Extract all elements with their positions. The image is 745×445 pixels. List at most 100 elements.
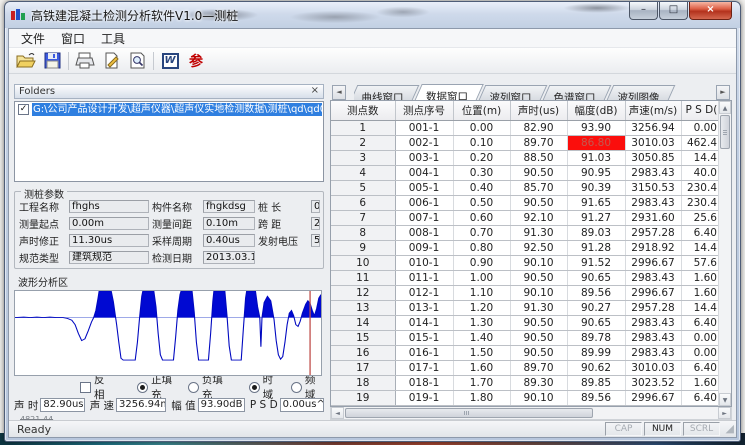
export-word-button[interactable]: W: [157, 50, 183, 72]
data-cell[interactable]: 90.39: [567, 180, 625, 195]
table-row[interactable]: 2002-10.1089.7086.803010.03462.4: [331, 135, 718, 150]
open-file-button[interactable]: [13, 50, 39, 72]
data-cell[interactable]: 2983.43: [625, 315, 681, 330]
data-cell[interactable]: 89.78: [567, 330, 625, 345]
save-button[interactable]: [39, 50, 65, 72]
folder-path[interactable]: G:\公司产品设计开发\超声仪器\超声仪实地检测数据\测桩\qd\qd03\qd…: [32, 103, 322, 116]
table-row[interactable]: 11011-11.0090.5090.652983.431.60: [331, 270, 718, 285]
tab-波列窗口[interactable]: 波列窗口: [479, 85, 548, 100]
horizontal-scroll-thumb[interactable]: [345, 408, 593, 418]
print-preview-button[interactable]: [124, 50, 150, 72]
time-domain-radio[interactable]: [249, 382, 260, 393]
scroll-left-icon[interactable]: ◄: [331, 407, 344, 419]
data-cell[interactable]: 1.00: [453, 270, 510, 285]
data-cell[interactable]: 90.50: [510, 330, 567, 345]
data-cell[interactable]: 89.30: [510, 375, 567, 390]
data-cell[interactable]: 3023.52: [625, 375, 681, 390]
data-cell[interactable]: 0.70: [453, 225, 510, 240]
column-header[interactable]: 位置(m): [453, 101, 510, 120]
data-cell[interactable]: 2983.43: [625, 330, 681, 345]
table-row[interactable]: 1001-10.0082.9093.903256.940.00: [331, 120, 718, 135]
readout-value-field[interactable]: 3256.94m/s: [116, 398, 166, 412]
data-cell[interactable]: 1.60: [681, 285, 718, 300]
data-cell[interactable]: 90.50: [510, 165, 567, 180]
data-cell[interactable]: 57.6: [681, 255, 718, 270]
data-cell[interactable]: 89.56: [567, 285, 625, 300]
data-cell[interactable]: 013-1: [395, 300, 453, 315]
data-cell[interactable]: 90.50: [510, 270, 567, 285]
data-cell[interactable]: 017-1: [395, 360, 453, 375]
data-cell[interactable]: 2996.67: [625, 255, 681, 270]
row-number-cell[interactable]: 15: [331, 330, 395, 345]
tab-scroll-left-button[interactable]: ◄: [332, 85, 346, 100]
readout-value-field[interactable]: 82.90us: [40, 398, 84, 412]
folder-item[interactable]: ✓ G:\公司产品设计开发\超声仪器\超声仪实地检测数据\测桩\qd\qd03\…: [16, 103, 322, 117]
fill-negative-radio[interactable]: [188, 382, 199, 393]
tab-波列图像[interactable]: 波列图像: [607, 85, 676, 100]
menu-file[interactable]: 文件: [13, 29, 53, 48]
data-cell[interactable]: 91.52: [567, 255, 625, 270]
data-cell[interactable]: 2957.28: [625, 300, 681, 315]
data-cell[interactable]: 91.03: [567, 150, 625, 165]
column-header[interactable]: 声速(m/s): [625, 101, 681, 120]
data-cell[interactable]: 002-1: [395, 135, 453, 150]
invert-checkbox[interactable]: [80, 382, 91, 393]
tab-scroll-right-button[interactable]: ►: [716, 85, 730, 100]
data-cell[interactable]: 6.40: [681, 315, 718, 330]
data-cell[interactable]: 91.30: [510, 225, 567, 240]
page-setup-button[interactable]: [98, 50, 124, 72]
row-number-cell[interactable]: 19: [331, 390, 395, 405]
data-cell[interactable]: 93.90: [567, 120, 625, 135]
readout-value-field[interactable]: 93.90dB: [198, 398, 245, 412]
data-cell[interactable]: 462.4: [681, 135, 718, 150]
minimize-button[interactable]: –: [629, 2, 658, 20]
data-cell[interactable]: 2931.60: [625, 210, 681, 225]
data-cell[interactable]: 25.6: [681, 210, 718, 225]
data-cell[interactable]: 82.90: [510, 120, 567, 135]
menu-window[interactable]: 窗口: [53, 29, 93, 48]
table-row[interactable]: 15015-11.4090.5089.782983.430.00: [331, 330, 718, 345]
data-cell[interactable]: 0.00: [681, 120, 718, 135]
data-cell[interactable]: 1.80: [453, 390, 510, 405]
horizontal-scrollbar[interactable]: ◄ ►: [330, 407, 732, 420]
data-cell[interactable]: 003-1: [395, 150, 453, 165]
data-cell[interactable]: 90.62: [567, 360, 625, 375]
maximize-button[interactable]: □: [659, 2, 688, 20]
data-cell[interactable]: 1.60: [453, 360, 510, 375]
row-number-cell[interactable]: 12: [331, 285, 395, 300]
data-cell[interactable]: 015-1: [395, 330, 453, 345]
data-cell[interactable]: 40.0: [681, 165, 718, 180]
table-row[interactable]: 9009-10.8092.5091.282918.9214.4: [331, 240, 718, 255]
data-cell[interactable]: 14.4: [681, 300, 718, 315]
data-cell[interactable]: 90.27: [567, 300, 625, 315]
table-row[interactable]: 18018-11.7089.3089.853023.521.60: [331, 375, 718, 390]
data-cell[interactable]: 14.4: [681, 240, 718, 255]
data-cell[interactable]: 001-1: [395, 120, 453, 135]
data-cell[interactable]: 90.50: [510, 195, 567, 210]
menu-tools[interactable]: 工具: [93, 29, 133, 48]
close-button[interactable]: ×: [689, 2, 732, 20]
data-cell[interactable]: 0.00: [453, 120, 510, 135]
table-row[interactable]: 5005-10.4085.7090.393150.53230.4: [331, 180, 718, 195]
row-number-cell[interactable]: 11: [331, 270, 395, 285]
data-cell[interactable]: 89.85: [567, 375, 625, 390]
data-cell[interactable]: 91.30: [510, 300, 567, 315]
data-cell[interactable]: 007-1: [395, 210, 453, 225]
row-number-cell[interactable]: 9: [331, 240, 395, 255]
row-number-cell[interactable]: 7: [331, 210, 395, 225]
data-cell[interactable]: 1.10: [453, 285, 510, 300]
data-cell[interactable]: 90.50: [510, 345, 567, 360]
row-number-cell[interactable]: 14: [331, 315, 395, 330]
data-cell[interactable]: 1.60: [681, 270, 718, 285]
row-number-cell[interactable]: 16: [331, 345, 395, 360]
data-cell[interactable]: 014-1: [395, 315, 453, 330]
data-cell[interactable]: 90.10: [510, 390, 567, 405]
data-cell[interactable]: 90.95: [567, 165, 625, 180]
data-cell[interactable]: 3150.53: [625, 180, 681, 195]
table-row[interactable]: 13013-11.2091.3090.272957.2814.4: [331, 300, 718, 315]
data-cell[interactable]: 0.00: [681, 330, 718, 345]
data-cell[interactable]: 91.65: [567, 195, 625, 210]
tab-数据窗口[interactable]: 数据窗口: [414, 84, 484, 100]
data-cell[interactable]: 2996.67: [625, 285, 681, 300]
vertical-scrollbar[interactable]: ▲ ▼: [718, 101, 731, 406]
